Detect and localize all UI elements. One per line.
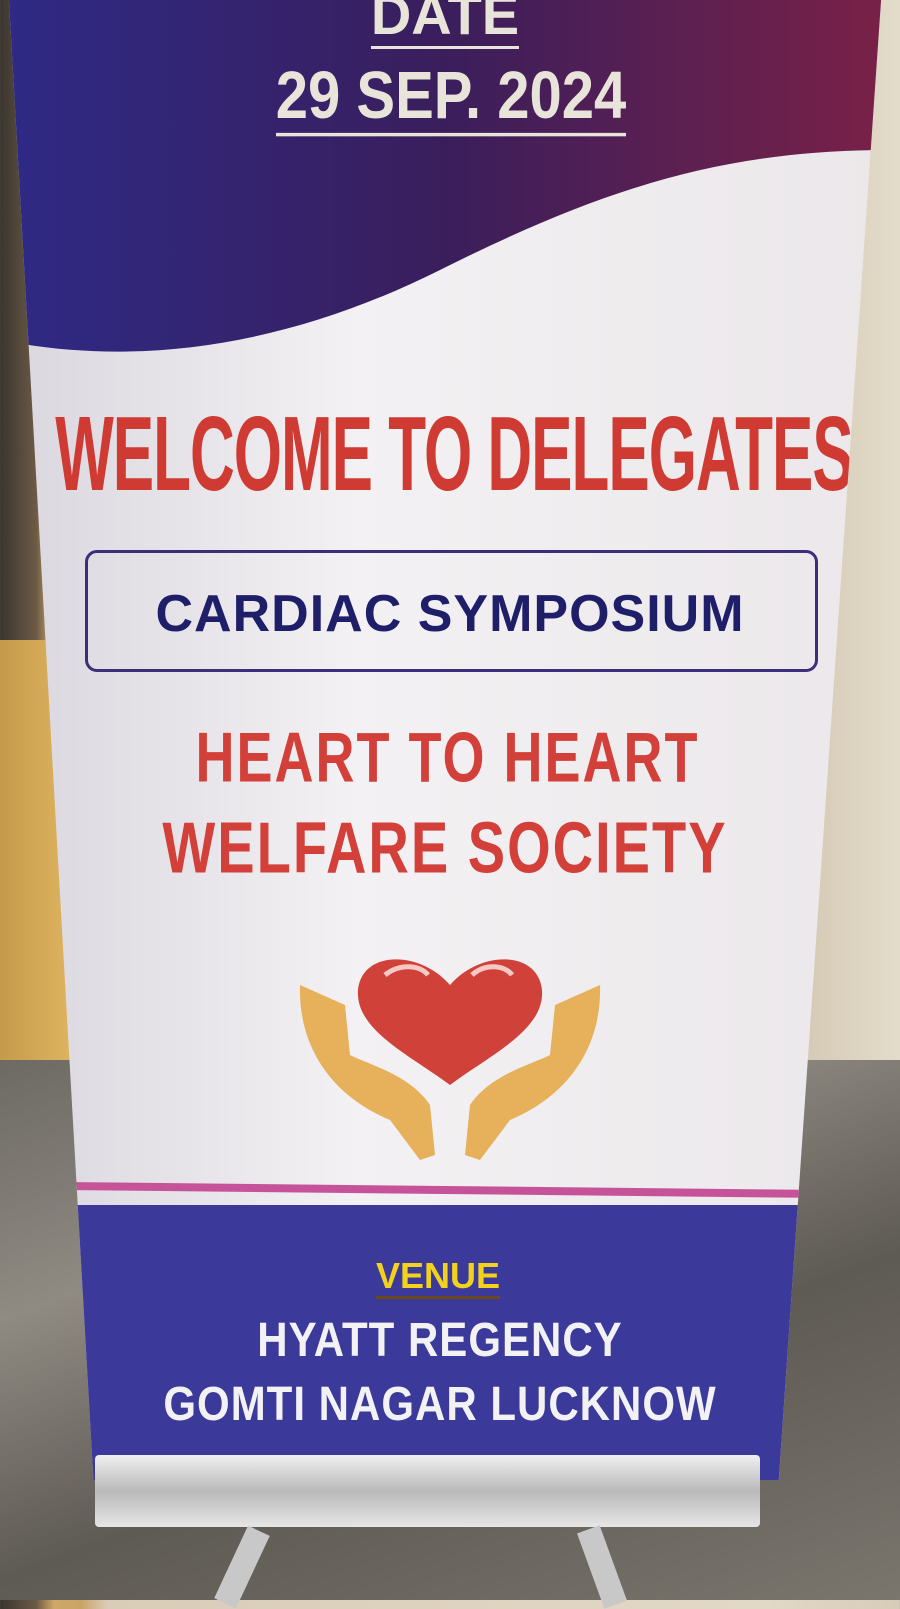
venue-line-2: GOMTI NAGAR LUCKNOW — [163, 1376, 717, 1431]
rollup-banner: DATE 29 SEP. 2024 WELCOME TO DELEGATES C… — [8, 0, 882, 1480]
banner-stand-base — [95, 1455, 760, 1527]
hands-holding-heart-icon — [299, 959, 601, 1160]
organizer-line-1: HEART TO HEART — [195, 719, 700, 798]
event-name: CARDIAC SYMPOSIUM — [155, 585, 745, 643]
date-label: DATE — [9, 0, 881, 49]
date-value: 29 SEP. 2024 — [12, 57, 881, 137]
venue-label: VENUE — [9, 1255, 881, 1299]
welcome-heading: WELCOME TO DELEGATES — [55, 396, 854, 514]
venue-line-1: HYATT REGENCY — [257, 1312, 623, 1367]
organizer-line-2: WELFARE SOCIETY — [162, 806, 728, 889]
